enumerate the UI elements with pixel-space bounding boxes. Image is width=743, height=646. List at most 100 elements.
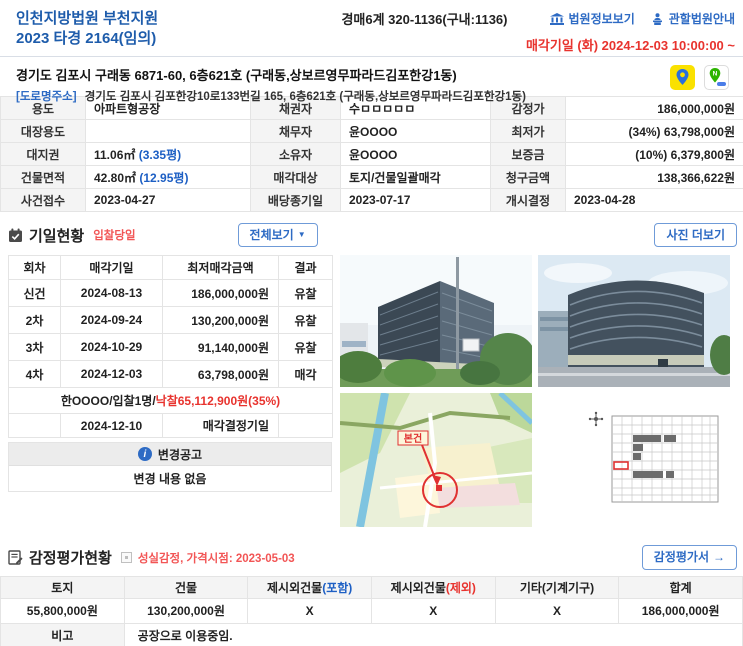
court-info-link[interactable]: 법원정보보기 [549,10,635,27]
road-address-line: [도로명주소] 경기도 김포시 김포한강10로133번길 165, 6층621호… [16,88,526,104]
excluded-value: X [370,597,496,624]
podium-person-icon [651,12,664,25]
table-row: 대장용도 채무자 윤OOOO 최저가 (34%) 63,798,000원 [0,119,743,143]
document-pencil-icon [8,550,23,565]
sale-date-cell: 2024-10-29 [60,333,163,362]
naver-map-icon[interactable]: N [704,65,729,90]
decision-date: 2024-12-10 [60,413,163,439]
field-label: 개시결정 [490,188,566,212]
decision-row: 2024-12-10 매각결정기일 [8,413,333,439]
appraisal-section-bar: 감정평가현황 성실감정, 가격시점: 2023-05-03 감정평가서 → [0,536,743,575]
field-value [85,119,251,143]
winning-bid-info: 한OOOO/입찰1명/낙찰65,112,900원(35%) [8,387,333,415]
total-value: 186,000,000원 [618,597,743,624]
column-header: 회차 [8,255,61,281]
winning-bid-row: 한OOOO/입찰1명/낙찰65,112,900원(35%) [8,387,333,415]
field-label: 청구금액 [490,165,566,189]
table-header-row: 회차 매각기일 최저매각금액 결과 [8,255,333,281]
bid-schedule-table: 회차 매각기일 최저매각금액 결과 신건 2024-08-13 186,000,… [8,255,333,439]
floor-plan[interactable] [586,406,728,515]
building-value: 130,200,000원 [123,597,249,624]
field-label: 대장용도 [0,119,86,143]
field-label: 대지권 [0,142,86,166]
sale-date: 매각기일 (화) 2024-12-03 10:00:00 ~ [525,38,735,53]
view-all-label: 전체보기 [249,228,294,242]
field-label: 매각대상 [250,165,341,189]
case-number: 2023 타경 2164(임의) [16,29,157,47]
appraisal-remark: 공장으로 이용중임. [123,622,743,646]
property-address: 경기도 김포시 구래동 6871-60, 6층621호 (구래동,상보르영무파라… [16,68,457,83]
minimum-price: (34%) 63,798,000원 [565,119,743,143]
more-photos-button[interactable]: 사진 더보기 [654,223,737,248]
svg-text:N: N [713,71,718,78]
land-area-pyeong: (3.35평) [138,147,182,162]
change-notice-label: 변경공고 [157,447,203,462]
property-photo-2[interactable] [538,255,730,388]
appraised-price: 186,000,000원 [565,96,743,120]
table-row: 2차 2024-09-24 130,200,000원 유찰 [8,306,333,335]
included-tag: (포함) [322,580,353,595]
minimum-sale-price: 130,200,000원 [162,306,279,335]
change-notice-content: 변경 내용 없음 [133,472,207,487]
court-guide-link[interactable]: 관할법원안내 [651,10,735,27]
column-header: 최저매각금액 [162,255,279,281]
table-row: 사건접수 2023-04-27 배당종기일 2023-07-17 개시결정 20… [0,188,743,212]
change-notice-toggle[interactable]: i 변경공고 [9,443,331,467]
case-title-block: 인천지방법원 부천지원 2023 타경 2164(임의) [16,9,158,48]
machinery-value: X [494,597,620,624]
field-value: 2023-07-17 [340,188,491,212]
map-buttons: N [670,65,735,90]
decision-label: 매각결정기일 [162,413,279,439]
table-row: 대지권 11.06㎡ (3.35평) 소유자 윤OOOO 보증금 (10%) 6… [0,142,743,166]
excluded-tag: (제외) [445,580,476,595]
appraisal-table: 토지 건물 제시외건물(포함) 제시외건물(제외) 기타(기계기구) 합계 55… [0,575,743,646]
building-area: 42.80㎡ [94,170,137,185]
collapse-icon[interactable] [120,552,132,564]
table-row: 4차 2024-12-03 63,798,000원 매각 [8,360,333,389]
minimum-sale-price: 186,000,000원 [162,279,279,308]
calendar-check-icon [8,228,23,243]
auction-detail-page: 인천지방법원 부천지원 2023 타경 2164(임의) 경매6계 320-11… [0,0,743,646]
table-row: 3차 2024-10-29 91,140,000원 유찰 [8,333,333,362]
property-photo-1[interactable] [340,255,532,388]
table-row: 용도 아파트형공장 채권자 수ㅁㅁㅁㅁㅁ 감정가 186,000,000원 [0,96,743,120]
sale-date-cell: 2024-12-03 [60,360,163,389]
courthouse-icon [549,12,564,25]
caret-down-icon: ▼ [297,230,306,240]
column-header: 결과 [278,255,333,281]
deposit-amount: (10%) 6,379,800원 [565,142,743,166]
result-cell: 유찰 [278,279,333,308]
kakao-map-icon[interactable] [670,65,695,90]
land-value: 55,800,000원 [0,597,125,624]
table-header-row: 토지 건물 제시외건물(포함) 제시외건물(제외) 기타(기계기구) 합계 [0,575,743,599]
schedule-block: 회차 매각기일 최저매각금액 결과 신건 2024-08-13 186,000,… [8,255,333,493]
sale-target: 토지/건물일괄매각 [340,165,491,189]
field-value: 11.06㎡ (3.35평) [85,142,251,166]
more-photos-label: 사진 더보기 [666,228,725,242]
appraisal-report-button[interactable]: 감정평가서 → [641,545,737,570]
view-all-dropdown[interactable]: 전체보기 ▼ [237,223,318,248]
field-label: 최저가 [490,119,566,143]
address-block: 경기도 김포시 구래동 6871-60, 6층621호 (구래동,상보르영무파라… [16,65,526,103]
column-header: 토지 [0,575,125,599]
empty-cell [8,413,61,439]
note-row: 비고 공장으로 이용중임. [0,622,743,646]
appraisal-section-title: 감정평가현황 [8,547,112,568]
sale-date-cell: 2024-08-13 [60,279,163,308]
minimum-sale-price: 91,140,000원 [162,333,279,362]
table-row: 건물면적 42.80㎡ (12.95평) 매각대상 토지/건물일괄매각 청구금액… [0,165,743,189]
field-label: 배당종기일 [250,188,341,212]
round-number: 신건 [8,279,61,308]
column-header: 기타(기계기구) [494,575,620,599]
minimum-sale-price: 63,798,000원 [162,360,279,389]
empty-cell [278,413,333,439]
land-area: 11.06㎡ [94,147,136,162]
round-number: 4차 [8,360,61,389]
bid-day-note: 입찰당일 [93,230,136,243]
location-map[interactable]: 본건 [340,393,532,528]
table-row: 신건 2024-08-13 186,000,000원 유찰 [8,279,333,308]
result-cell: 매각 [278,360,333,389]
field-value: 윤OOOO [340,142,491,166]
column-header: 제시외건물(제외) [370,575,496,599]
court-info-label: 법원정보보기 [568,12,635,26]
